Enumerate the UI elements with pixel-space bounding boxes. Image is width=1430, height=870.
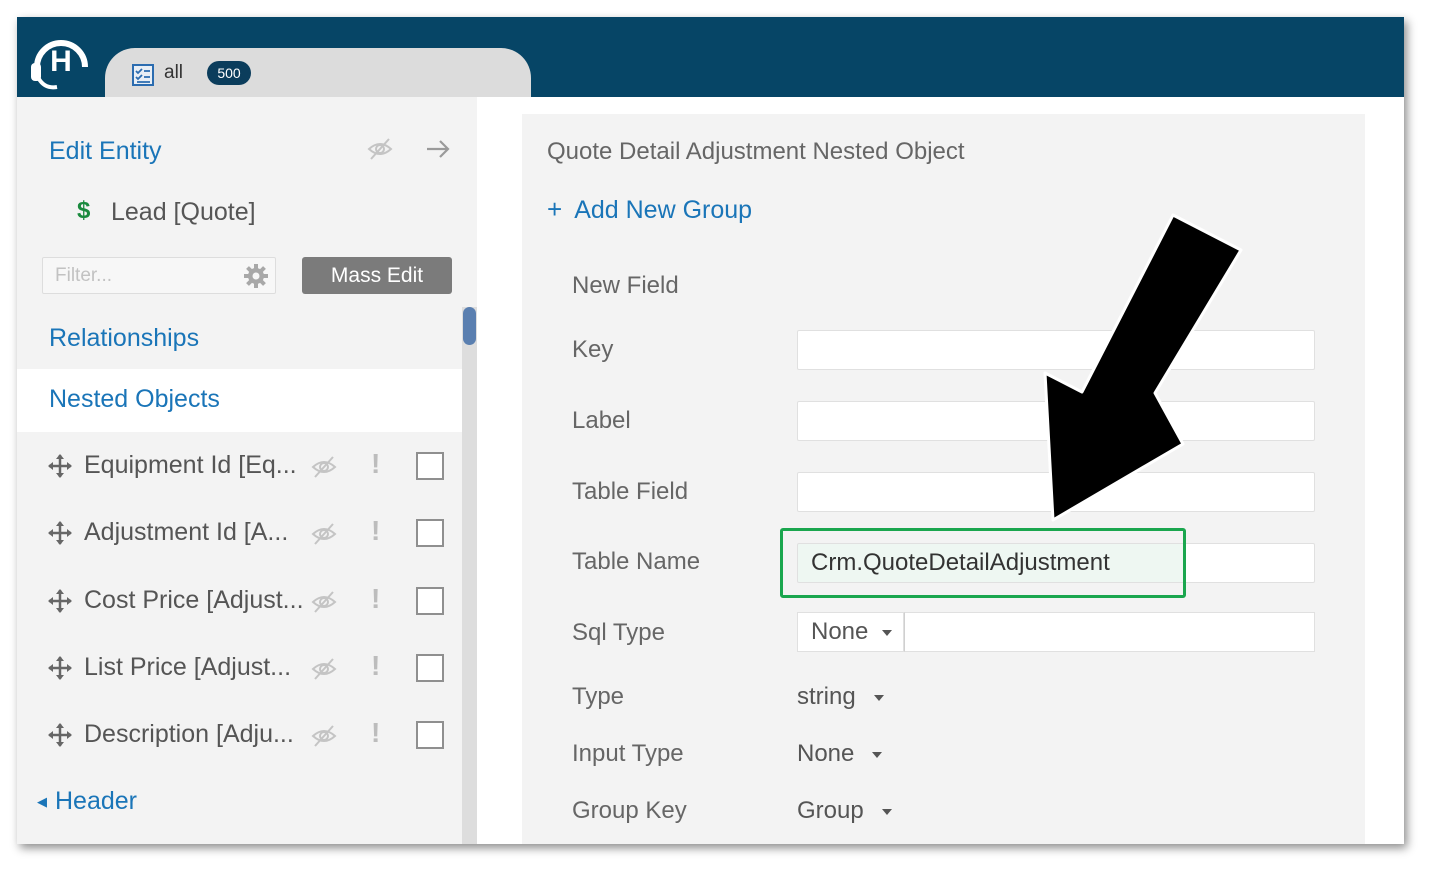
sql-type-extra-input[interactable]: [904, 612, 1315, 652]
headset-logo-icon[interactable]: H: [27, 27, 95, 95]
field-row[interactable]: Cost Price [Adjust... !: [17, 577, 462, 627]
table-name-label: Table Name: [572, 548, 701, 575]
mass-edit-button[interactable]: Mass Edit: [302, 257, 452, 294]
field-label: Cost Price [Adjust...: [84, 586, 304, 614]
field-label: Description [Adju...: [84, 720, 294, 748]
plus-icon: +: [547, 194, 563, 224]
input-type-label: Input Type: [572, 740, 684, 767]
type-value: string: [797, 683, 856, 710]
new-field-heading: New Field: [572, 272, 679, 299]
eye-off-icon[interactable]: [311, 522, 337, 546]
move-icon[interactable]: [47, 588, 73, 614]
field-row[interactable]: Description [Adju... !: [17, 711, 462, 761]
add-new-group-button[interactable]: + Add New Group: [547, 194, 752, 225]
dropdown-caret-icon: [882, 629, 893, 636]
type-label: Type: [572, 683, 625, 710]
field-checkbox[interactable]: [416, 519, 444, 547]
left-panel: Edit Entity $ Lead [Quote] Filter... Mas…: [17, 97, 477, 844]
top-bar: H all 500: [17, 17, 1404, 100]
entity-name: Lead [Quote]: [111, 198, 256, 226]
card-title: Quote Detail Adjustment Nested Object: [547, 138, 965, 165]
required-icon[interactable]: !: [371, 448, 380, 480]
tab-all[interactable]: all 500: [105, 48, 531, 100]
field-row[interactable]: Equipment Id [Eq... !: [17, 442, 462, 492]
table-field-label: Table Field: [572, 478, 689, 505]
field-row[interactable]: Adjustment Id [A... !: [17, 509, 462, 559]
eye-off-icon[interactable]: [311, 590, 337, 614]
sql-type-value: None: [811, 618, 869, 645]
required-icon[interactable]: !: [371, 515, 380, 547]
dropdown-caret-icon: [872, 751, 883, 758]
field-checkbox[interactable]: [416, 654, 444, 682]
svg-text:H: H: [50, 45, 72, 78]
field-checkbox[interactable]: [416, 452, 444, 480]
eye-off-icon[interactable]: [311, 455, 337, 479]
group-key-label: Group Key: [572, 797, 687, 824]
highlight-box: [780, 528, 1186, 598]
tab-label: all: [164, 62, 184, 83]
eye-off-icon[interactable]: [311, 724, 337, 748]
eye-off-icon[interactable]: [367, 137, 393, 161]
type-select[interactable]: string: [797, 683, 884, 711]
nested-objects-label: Nested Objects: [49, 385, 220, 413]
field-checkbox[interactable]: [416, 587, 444, 615]
add-new-group-label: Add New Group: [574, 196, 753, 224]
label-label: Label: [572, 407, 631, 434]
field-label: List Price [Adjust...: [84, 653, 292, 681]
dollar-icon: $: [77, 197, 91, 224]
header-label: Header: [55, 787, 137, 815]
scrollbar-track[interactable]: [462, 307, 477, 844]
field-label: Adjustment Id [A...: [84, 518, 289, 546]
filter-box: [42, 257, 276, 294]
key-label: Key: [572, 336, 614, 363]
move-icon[interactable]: [47, 453, 73, 479]
input-type-value: None: [797, 740, 855, 767]
dropdown-caret-icon: [873, 694, 884, 701]
group-key-select[interactable]: Group: [797, 797, 892, 825]
relationships-link[interactable]: Relationships: [49, 324, 199, 353]
checklist-icon: [132, 64, 154, 86]
count-badge: 500: [207, 61, 251, 85]
field-label: Equipment Id [Eq...: [84, 451, 297, 479]
eye-off-icon[interactable]: [311, 657, 337, 681]
arrow-right-icon[interactable]: [425, 137, 451, 161]
required-icon[interactable]: !: [371, 717, 380, 749]
group-key-value: Group: [797, 797, 864, 824]
header-section-toggle[interactable]: ◀ Header: [37, 787, 137, 816]
required-icon[interactable]: !: [371, 650, 380, 682]
edit-entity-title: Edit Entity: [49, 137, 162, 165]
field-checkbox[interactable]: [416, 721, 444, 749]
gear-icon[interactable]: [243, 263, 269, 289]
required-icon[interactable]: !: [371, 583, 380, 615]
dropdown-caret-icon: [881, 808, 892, 815]
field-row[interactable]: List Price [Adjust... !: [17, 644, 462, 694]
sql-type-label: Sql Type: [572, 619, 665, 646]
move-icon[interactable]: [47, 722, 73, 748]
move-icon[interactable]: [47, 520, 73, 546]
annotation-arrow-icon: [1043, 213, 1243, 522]
input-type-select[interactable]: None: [797, 740, 883, 768]
move-icon[interactable]: [47, 655, 73, 681]
scrollbar-thumb[interactable]: [463, 307, 476, 345]
filter-input[interactable]: [43, 258, 233, 293]
sql-type-select[interactable]: None: [797, 612, 904, 652]
caret-left-icon: ◀: [37, 794, 47, 810]
nested-objects-item[interactable]: Nested Objects: [17, 369, 462, 432]
